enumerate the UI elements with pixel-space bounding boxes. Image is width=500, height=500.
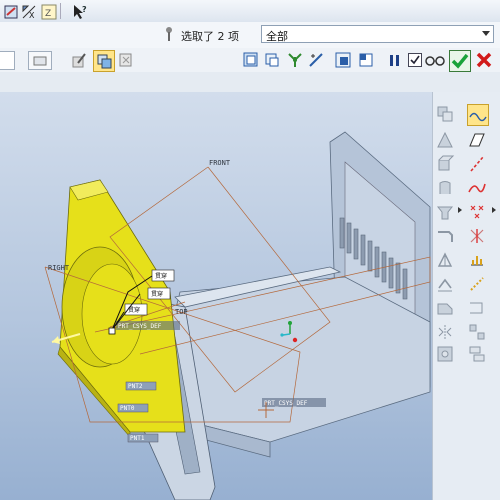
sketch-plane-icon[interactable] [334, 51, 352, 69]
analysis-icon[interactable] [467, 250, 487, 270]
pause-icon[interactable] [386, 51, 404, 69]
filter-value: 全部 [266, 30, 288, 43]
folder-icon [33, 56, 47, 66]
side-tag-1: PNT0 [120, 405, 135, 412]
svg-text:?: ? [82, 5, 87, 14]
svg-text:Z: Z [45, 9, 51, 19]
confirm-button[interactable] [449, 50, 471, 72]
csys-label-1: PRT_CSYS_DEF [118, 323, 162, 330]
axis-line-icon[interactable] [467, 154, 487, 174]
graphics-window[interactable]: FRONT RIGHT TOP PRT_CSYS_DEF PRT_CSYS_DE… [0, 92, 432, 500]
merge-icon[interactable] [435, 344, 455, 364]
dim-tag-1: 贯穿 [155, 272, 167, 280]
selection-bar: 选取了 2 项 全部 [0, 22, 500, 49]
svg-text:X: X [29, 11, 35, 20]
selection-filter-select[interactable]: 全部 [261, 25, 494, 43]
datum-label-right: RIGHT [48, 264, 70, 272]
curve-icon[interactable] [467, 178, 487, 198]
selection-status: 选取了 2 项 [181, 30, 239, 43]
layers-icon[interactable] [263, 51, 281, 69]
flyout-arrow-icon[interactable] [492, 207, 496, 213]
datum-axis-icon[interactable] [242, 51, 260, 69]
dim-tag-2: 贯穿 [151, 290, 163, 298]
separator-band [0, 72, 500, 93]
grid-icon[interactable]: Z [39, 2, 59, 22]
sweep-icon[interactable] [435, 202, 455, 222]
axis-tool-icon[interactable] [435, 130, 455, 150]
reference-icon[interactable] [357, 51, 375, 69]
dashboard-toolbar [0, 48, 500, 73]
csys-icon[interactable] [467, 226, 487, 246]
flyout-arrow-icon[interactable] [458, 207, 462, 213]
sketch-icon[interactable] [70, 51, 88, 69]
datum-label-top: TOP [175, 308, 188, 316]
shell-icon[interactable] [435, 274, 455, 294]
mirror-icon[interactable] [435, 322, 455, 342]
help-pointer-icon[interactable]: ? [70, 2, 90, 22]
datum-curve-icon[interactable] [467, 298, 487, 318]
preview-glasses-icon[interactable] [424, 51, 446, 69]
datum-label-front: FRONT [209, 159, 231, 167]
top-toolbar: X Z ? [0, 0, 500, 23]
display-style-icon[interactable] [93, 50, 115, 72]
right-toolbar [432, 92, 500, 500]
pin-icon[interactable] [164, 26, 174, 42]
cancel-button[interactable] [474, 50, 494, 70]
cancel-x-icon [476, 52, 492, 68]
flip-icon[interactable] [307, 51, 325, 69]
vertex-icon[interactable] [286, 51, 304, 69]
side-tag-2: PNT1 [130, 435, 145, 442]
separator [60, 3, 61, 19]
checkbox-icon[interactable] [408, 53, 422, 67]
extrude-icon[interactable] [435, 154, 455, 174]
confirm-check-icon [451, 53, 469, 69]
datum-plane-tool-icon[interactable] [435, 104, 455, 124]
pattern-icon[interactable] [467, 322, 487, 342]
collapsed-input[interactable] [0, 51, 15, 70]
side-tag-3: PNT2 [128, 383, 143, 390]
draft-icon[interactable] [435, 250, 455, 270]
chain-icon[interactable] [467, 274, 487, 294]
plane-icon[interactable] [467, 130, 487, 150]
chevron-down-icon [482, 31, 490, 36]
rib-icon[interactable] [435, 298, 455, 318]
revolve-icon[interactable] [435, 178, 455, 198]
model-view[interactable]: FRONT RIGHT TOP PRT_CSYS_DEF PRT_CSYS_DE… [0, 92, 432, 500]
scale-icon[interactable]: X [19, 2, 39, 22]
group-icon[interactable] [467, 344, 487, 364]
round-icon[interactable] [435, 226, 455, 246]
csys-label-2: PRT_CSYS_DEF [264, 400, 308, 407]
selected-point[interactable] [108, 327, 116, 335]
point-tool-icon[interactable] [467, 202, 487, 222]
model-tree-icon[interactable] [117, 51, 135, 69]
sketch-tool-icon[interactable] [467, 104, 489, 126]
folder-button[interactable] [28, 51, 52, 70]
